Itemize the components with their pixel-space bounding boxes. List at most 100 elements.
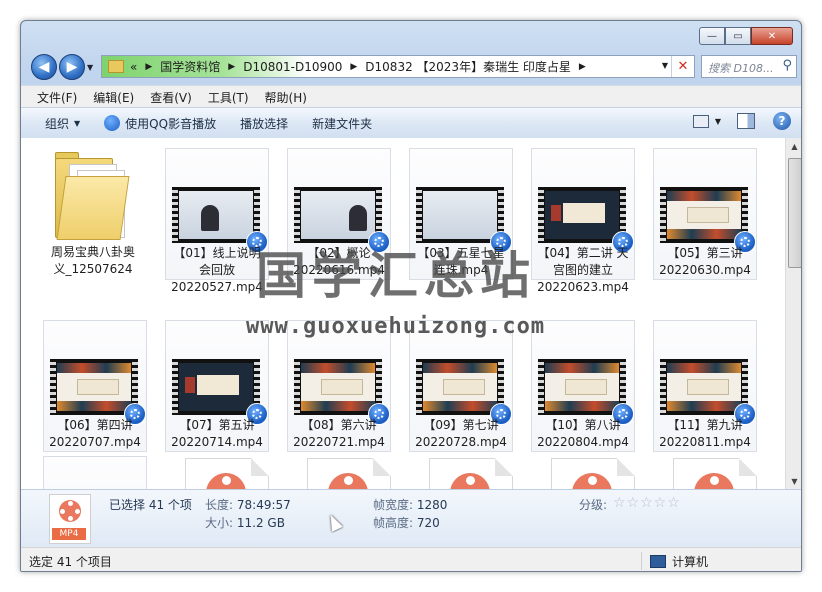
video-thumbnail	[538, 187, 626, 243]
address-dropdown-icon[interactable]: ▼	[662, 61, 668, 70]
breadcrumb-arrow-icon[interactable]: ▶	[350, 62, 357, 72]
breadcrumb-arrow-icon[interactable]: ▶	[228, 62, 235, 72]
mp4-file-item[interactable]	[663, 456, 767, 489]
menu-file[interactable]: 文件(F)	[29, 89, 85, 106]
video-file-item[interactable]: 【09】第七讲 20220728.mp4	[409, 320, 513, 452]
rating-stars[interactable]: ☆☆☆☆☆	[613, 495, 681, 511]
menu-tools[interactable]: 工具(T)	[200, 89, 257, 106]
search-icon[interactable]: ⚲	[782, 58, 792, 73]
video-file-item[interactable]: 【07】第五讲 20220714.mp4	[165, 320, 269, 452]
video-file-item[interactable]: 【10】第八讲 20220804.mp4	[531, 320, 635, 452]
view-mode-icon[interactable]	[692, 114, 709, 128]
menu-edit[interactable]: 编辑(E)	[85, 89, 142, 106]
qq-player-icon	[104, 115, 121, 131]
video-file-item[interactable]	[43, 456, 147, 489]
search-input[interactable]: 搜索 D108... ⚲	[701, 55, 797, 78]
mp4-file-item[interactable]	[541, 456, 645, 489]
mp4-file-icon	[551, 458, 635, 489]
video-thumbnail	[660, 187, 748, 243]
file-list: 周易宝典八卦奥 义_12507624 【01】线上说明 会回放 20220527.mp…	[21, 138, 801, 489]
video-thumbnail	[294, 187, 382, 243]
file-name: 【03】五星七星 连珠.mp4	[417, 246, 505, 277]
computer-icon	[650, 554, 666, 568]
breadcrumb-arrow-icon[interactable]: ▶	[579, 62, 586, 72]
breadcrumb-arrow-icon[interactable]: ▶	[145, 62, 152, 72]
play-selected-button[interactable]: 播放选择	[228, 115, 300, 132]
forward-button[interactable]: ▶	[59, 54, 85, 80]
file-name: 【05】第三讲 20220630.mp4	[659, 246, 751, 277]
selection-count: 已选择 41 个项	[109, 498, 192, 512]
video-file-item[interactable]: 【06】第四讲 20220707.mp4	[43, 320, 147, 452]
video-thumbnail	[294, 359, 382, 415]
address-bar[interactable]: « ▶ 国学资料馆 ▶ D10801-D10900 ▶ D10832 【2023…	[101, 55, 695, 78]
breadcrumb-item-range[interactable]: D10801-D10900	[243, 60, 342, 74]
folder-item[interactable]: 周易宝典八卦奥 义_12507624	[41, 144, 145, 276]
mp4-file-icon	[429, 458, 513, 489]
back-button[interactable]: ◀	[31, 54, 57, 80]
chevron-down-icon[interactable]: ▼	[715, 117, 721, 126]
command-bar: 组织 ▼ 使用QQ影音播放 播放选择 新建文件夹 ▼ ?	[21, 107, 801, 139]
file-name: 【09】第七讲 20220728.mp4	[415, 418, 507, 449]
video-file-item[interactable]: 【04】第二讲 天宫图的建立 20220623.mp4	[531, 148, 635, 294]
video-thumbnail	[50, 359, 138, 415]
folder-icon	[55, 150, 131, 240]
file-name: 【08】第六讲 20220721.mp4	[293, 418, 385, 449]
preview-pane-icon[interactable]	[737, 113, 755, 129]
breadcrumb-item-root[interactable]: 国学资料馆	[160, 58, 220, 75]
scroll-down-icon[interactable]: ▼	[786, 473, 801, 489]
search-placeholder: 搜索 D108...	[708, 62, 774, 75]
file-type-tag: MP4	[52, 528, 86, 540]
help-icon[interactable]: ?	[773, 112, 791, 130]
video-thumbnail	[416, 359, 504, 415]
play-qq-label: 使用QQ影音播放	[125, 116, 217, 131]
mp4-file-item[interactable]	[297, 456, 401, 489]
forward-icon: ▶	[66, 59, 78, 75]
video-thumbnail	[538, 359, 626, 415]
video-file-item[interactable]: 【02】概论 20220616.mp4	[287, 148, 391, 280]
play-qq-button[interactable]: 使用QQ影音播放	[92, 115, 228, 132]
file-name: 【07】第五讲 20220714.mp4	[171, 418, 263, 449]
status-location: 计算机	[641, 552, 708, 570]
file-name: 【10】第八讲 20220804.mp4	[537, 418, 629, 449]
rating-label: 分级:	[579, 498, 608, 512]
menu-bar: 文件(F) 编辑(E) 查看(V) 工具(T) 帮助(H)	[21, 85, 801, 108]
organize-label: 组织	[45, 116, 70, 131]
file-name: 【11】第九讲 20220811.mp4	[659, 418, 751, 449]
scroll-thumb[interactable]	[788, 158, 801, 268]
video-thumbnail	[416, 187, 504, 243]
recent-pages-dropdown-icon[interactable]: ▼	[87, 63, 93, 72]
frame-height-field: 帧高度: 720	[373, 516, 440, 530]
status-selection-text: 选定 41 个项目	[29, 555, 112, 569]
play-selected-label: 播放选择	[240, 116, 289, 131]
mp4-file-icon: MP4	[49, 494, 91, 544]
video-thumbnail	[172, 187, 260, 243]
file-name: 周易宝典八卦奥 义_12507624	[50, 245, 135, 276]
close-icon[interactable]: ✕	[671, 56, 694, 77]
menu-view[interactable]: 查看(V)	[142, 89, 200, 106]
video-file-item[interactable]: 【03】五星七星 连珠.mp4	[409, 148, 513, 280]
details-pane: MP4 已选择 41 个项 长度: 78:49:57 大小: 11.2 GB 帧…	[21, 489, 801, 548]
video-thumbnail	[660, 359, 748, 415]
window-controls: — ▭ ✕	[699, 27, 793, 45]
mp4-file-item[interactable]	[419, 456, 523, 489]
breadcrumb-overflow[interactable]: «	[130, 60, 137, 74]
breadcrumb: « ▶ 国学资料馆 ▶ D10801-D10900 ▶ D10832 【2023…	[102, 56, 594, 77]
vertical-scrollbar[interactable]: ▲ ▼	[785, 138, 801, 489]
video-file-item[interactable]: 【11】第九讲 20220811.mp4	[653, 320, 757, 452]
organize-button[interactable]: 组织 ▼	[33, 115, 92, 132]
status-bar: 选定 41 个项目 计算机	[21, 547, 801, 571]
explorer-window: — ▭ ✕ ◀ ▶ ▼ « ▶ 国学资料馆 ▶ D10801-D10900 ▶ …	[20, 20, 802, 572]
video-file-item[interactable]: 【05】第三讲 20220630.mp4	[653, 148, 757, 280]
new-folder-button[interactable]: 新建文件夹	[300, 115, 384, 132]
mp4-file-icon	[673, 458, 757, 489]
scroll-up-icon[interactable]: ▲	[786, 138, 801, 154]
minimize-button[interactable]: —	[699, 27, 725, 45]
breadcrumb-item-current[interactable]: D10832 【2023年】秦瑞生 印度占星	[365, 58, 571, 75]
close-window-button[interactable]: ✕	[751, 27, 793, 45]
video-file-item[interactable]: 【01】线上说明 会回放 20220527.mp4	[165, 148, 269, 294]
maximize-button[interactable]: ▭	[725, 27, 751, 45]
menu-help[interactable]: 帮助(H)	[257, 89, 315, 106]
view-controls: ▼ ?	[692, 112, 791, 130]
video-file-item[interactable]: 【08】第六讲 20220721.mp4	[287, 320, 391, 452]
mp4-file-item[interactable]	[175, 456, 279, 489]
